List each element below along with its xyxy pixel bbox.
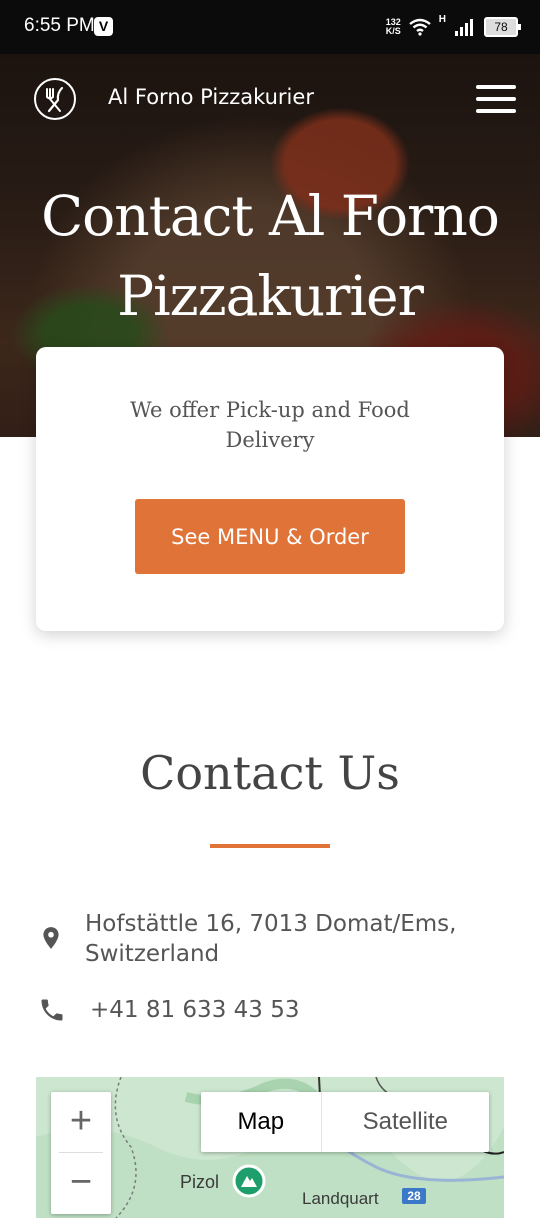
status-bar: 6:55 PM V 132 K/S H 78 (0, 0, 540, 54)
zoom-in-button[interactable]: + (51, 1092, 111, 1152)
menu-line (476, 97, 516, 101)
contact-title: Contact Us (140, 746, 400, 800)
map-type-map-tab[interactable]: Map (201, 1092, 322, 1152)
hamburger-menu-button[interactable] (476, 85, 516, 113)
road-number-badge: 28 (407, 1189, 421, 1203)
fork-knife-icon[interactable] (34, 78, 76, 120)
brand-name[interactable]: Al Forno Pizzakurier (108, 85, 314, 109)
title-divider (210, 844, 330, 848)
signal-icon (455, 19, 473, 36)
wifi-icon (409, 18, 431, 36)
menu-line (476, 109, 516, 113)
network-speed-unit: K/S (385, 26, 401, 36)
location-pin-icon (43, 927, 59, 949)
battery-icon: 78 (484, 17, 521, 37)
address-line-2: Switzerland (85, 941, 220, 967)
page-title: Contact Al Forno Pizzakurier (41, 184, 500, 328)
see-menu-order-button[interactable]: See MENU & Order (135, 499, 405, 574)
map-label-pizol: Pizol (180, 1172, 220, 1192)
menu-line (476, 85, 516, 89)
map-label-landquart: Landquart (302, 1189, 379, 1208)
phone-number-link[interactable]: +41 81 633 43 53 (90, 995, 299, 1025)
status-time: 6:55 PM (24, 15, 95, 36)
order-card: We offer Pick-up and Food Delivery See M… (36, 347, 504, 631)
status-indicators: 132 K/S H 78 (386, 14, 521, 40)
address-row: Hofstättle 16, 7013 Domat/Ems, Switzerla… (38, 909, 456, 969)
phone-icon (41, 999, 63, 1021)
phone-row: +41 81 633 43 53 (38, 995, 299, 1025)
app-notification-icon: V (94, 17, 113, 36)
zoom-out-button[interactable]: − (51, 1153, 111, 1213)
map-type-satellite-tab[interactable]: Satellite (322, 1092, 489, 1152)
address-line-1: Hofstättle 16, 7013 Domat/Ems, (85, 911, 457, 937)
service-description: We offer Pick-up and Food Delivery (130, 398, 410, 452)
address-text: Hofstättle 16, 7013 Domat/Ems, Switzerla… (85, 909, 456, 969)
google-map[interactable]: + − Map Satellite Pizol Landquart 28 (36, 1077, 504, 1218)
network-type: H (438, 14, 446, 25)
network-speed: 132 K/S (386, 18, 401, 36)
map-type-control: Map Satellite (201, 1092, 489, 1152)
zoom-controls: + − (51, 1092, 111, 1214)
